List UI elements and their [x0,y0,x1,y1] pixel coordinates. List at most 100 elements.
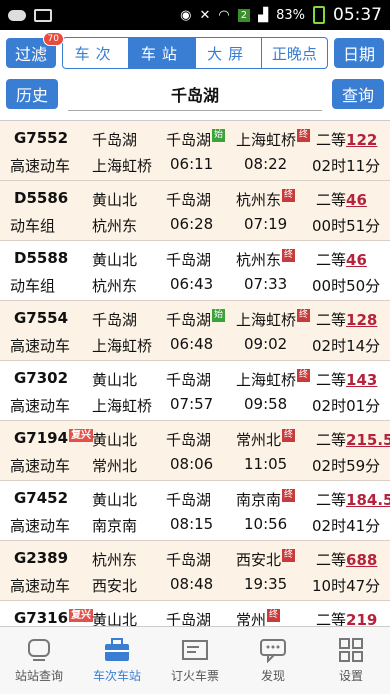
price-link[interactable]: 215.5 [346,431,390,449]
battery-icon [313,6,325,24]
nav-station-to-station[interactable]: 站站查询 [0,627,78,694]
destination-station-text: 杭州东 [92,217,138,235]
tab-punctuality[interactable]: 正晚点 [262,38,327,68]
seat-class: 二等 [316,311,347,329]
train-row[interactable]: G7552 高速动车 千岛湖 上海虹桥 千岛湖始 06:11 上海虹桥终 08:22 02时11… [0,121,390,181]
sim-icon: 2 [237,8,251,22]
train-list: G7552 高速动车 千岛湖 上海虹桥 千岛湖始 06:11 上海虹桥终 08:22 02时11… [0,120,390,626]
filter-button[interactable]: 过滤 70 [6,32,64,68]
seat-price: 二等184.5 [316,489,390,510]
nav-label: 订火车票 [170,669,219,683]
query-button[interactable]: 查询 [332,79,384,109]
origin-station-text: 黄山北 [92,371,138,389]
terminal-station: 上海虹桥终 [236,129,311,150]
board-station-text: 千岛湖 [166,431,212,449]
trip-duration-text: 02时11分 [312,157,381,175]
terminal-station: 杭州东终 [236,189,296,210]
price-link[interactable]: 46 [346,251,367,269]
board-station-text: 千岛湖 [166,551,212,569]
departure-time: 06:28 [170,215,213,233]
destination-station-text: 杭州东 [92,277,138,295]
origin-station: 黄山北 [92,249,137,270]
mode-tabs: 车次 车站 大屏 正晚点 [62,37,328,69]
trip-duration-text: 00时50分 [312,277,381,295]
trip-duration-text: 02时14分 [312,337,381,355]
tab-train-number[interactable]: 车次 [63,38,130,68]
destination-station: 杭州东 [92,275,137,296]
gallery-icon [34,8,52,22]
origin-badge: 始 [212,309,226,322]
arrival-time: 08:22 [244,155,287,173]
trip-duration-text: 02时59分 [312,457,381,475]
seat-price: 二等219 [316,609,377,626]
terminal-badge: 终 [282,189,296,202]
seat-price: 二等215.5 [316,429,390,450]
board-station: 千岛湖始 [166,129,226,150]
origin-station: 千岛湖 [92,129,137,150]
seat-class: 二等 [316,491,347,509]
destination-station-text: 上海虹桥 [92,157,153,175]
train-type: 高速动车 [10,335,70,356]
train-type-text: 动车组 [10,217,56,235]
train-code: D5586 [14,189,68,207]
train-type-text: 高速动车 [10,397,71,415]
train-row[interactable]: G7302 高速动车 黄山北 上海虹桥 千岛湖 07:57 上海虹桥终 09:58 02时01分… [0,361,390,421]
origin-station-text: 千岛湖 [92,311,138,329]
train-type: 动车组 [10,215,55,236]
terminal-badge: 终 [282,489,296,502]
price-link[interactable]: 219 [346,611,377,626]
departure-time-text: 06:28 [170,215,214,233]
train-row[interactable]: G7452 高速动车 黄山北 南京南 千岛湖 08:15 南京南终 10:56 02时41分 二等… [0,481,390,541]
destination-station: 西安北 [92,575,137,596]
tab-big-screen[interactable]: 大屏 [196,38,262,68]
departure-time-text: 07:57 [170,395,214,413]
trip-duration-text: 02时01分 [312,397,381,415]
price-link[interactable]: 688 [346,551,377,569]
destination-station-text: 南京南 [92,517,138,535]
train-row[interactable]: G7554 高速动车 千岛湖 上海虹桥 千岛湖始 06:48 上海虹桥终 09:02 02时14… [0,301,390,361]
station-search-input[interactable] [68,84,322,103]
arrival-time-text: 10:56 [244,515,288,533]
departure-time: 07:57 [170,395,213,413]
briefcase-icon [105,638,129,661]
terminal-station: 上海虹桥终 [236,309,311,330]
destination-station: 杭州东 [92,215,137,236]
price-link[interactable]: 122 [346,131,377,149]
date-button[interactable]: 日期 [334,38,384,68]
origin-station-text: 黄山北 [92,491,138,509]
history-button[interactable]: 历史 [6,79,58,109]
price-link[interactable]: 128 [346,311,377,329]
train-code-text: G7554 [14,309,69,327]
board-station-text: 千岛湖 [166,371,212,389]
board-station-text: 千岛湖 [166,191,212,209]
nav-train-station[interactable]: 车次车站 [78,627,156,694]
train-row[interactable]: G7316 复兴 黄山北 千岛湖 常州终 二等219 [0,601,390,626]
destination-station-text: 常州北 [92,457,138,475]
departure-time-text: 08:06 [170,455,214,473]
terminal-station-text: 杭州东 [236,251,282,269]
mute-icon: ✕ [199,7,211,23]
train-type-text: 高速动车 [10,577,71,595]
train-type: 高速动车 [10,515,70,536]
nav-settings[interactable]: 设置 [312,627,390,694]
terminal-badge: 终 [297,129,311,142]
board-station: 千岛湖 [166,489,211,510]
origin-badge: 始 [212,129,226,142]
filter-label: 过滤 [14,45,47,64]
nav-book-ticket[interactable]: 订火车票 [156,627,234,694]
board-station: 千岛湖 [166,189,211,210]
terminal-station: 常州北终 [236,429,296,450]
train-row[interactable]: D5588 动车组 黄山北 杭州东 千岛湖 06:43 杭州东终 07:33 00时50分 二等4… [0,241,390,301]
train-row[interactable]: G7194 复兴 高速动车 黄山北 常州北 千岛湖 08:06 常州北终 11:05 02时59分… [0,421,390,481]
nav-discover[interactable]: 发现 [234,627,312,694]
seat-price: 二等143 [316,369,377,390]
train-row[interactable]: D5586 动车组 黄山北 杭州东 千岛湖 06:28 杭州东终 07:19 00时51分 二等4… [0,181,390,241]
terminal-station-text: 上海虹桥 [236,371,297,389]
terminal-station: 西安北终 [236,549,296,570]
tab-station[interactable]: 车站 [129,38,196,68]
train-row[interactable]: G2389 高速动车 杭州东 西安北 千岛湖 08:48 西安北终 19:35 10时47分 二等… [0,541,390,601]
price-link[interactable]: 143 [346,371,377,389]
price-link[interactable]: 184.5 [346,491,390,509]
train-code-text: G7316 [14,609,69,626]
price-link[interactable]: 46 [346,191,367,209]
